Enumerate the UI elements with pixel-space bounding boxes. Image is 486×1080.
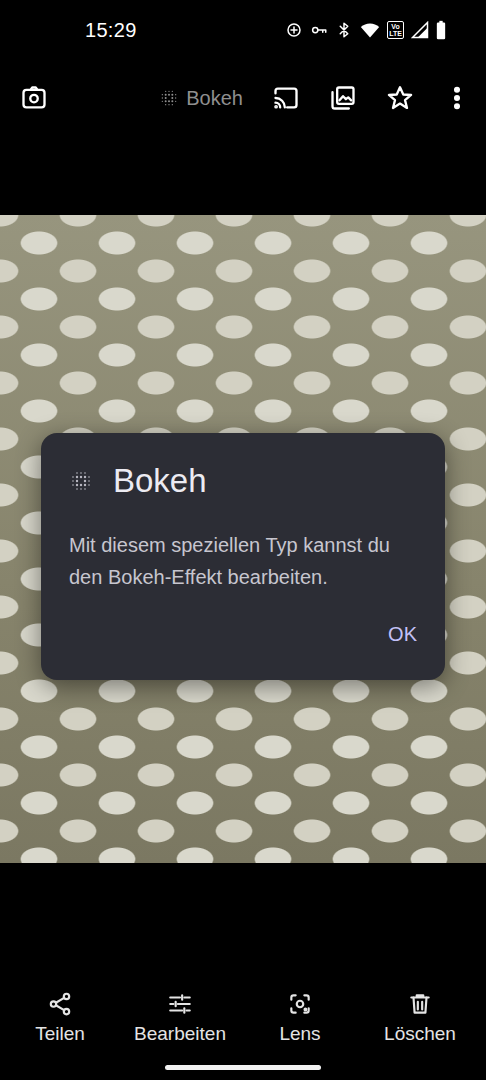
data-saver-icon: [285, 21, 303, 39]
cast-icon: [272, 84, 300, 112]
star-icon: [386, 84, 414, 112]
action-label[interactable]: Teilen: [35, 1023, 85, 1045]
action-button[interactable]: Löschen: [372, 991, 468, 1045]
volte-text: Vo: [389, 23, 402, 30]
top-toolbar: Bokeh: [0, 60, 486, 135]
photo[interactable]: Bokeh Mit diesem speziellen Typ kannst d…: [0, 215, 486, 863]
status-bar: 15:29 VoLTE: [0, 0, 486, 60]
signal-icon: [411, 21, 429, 39]
delete-icon: [407, 991, 433, 1017]
type-label[interactable]: Bokeh: [186, 83, 243, 113]
dialog-title: Bokeh: [113, 461, 207, 501]
lens-icon: [287, 991, 313, 1017]
favorite-button[interactable]: [386, 84, 414, 112]
action-button[interactable]: Bearbeiten: [132, 991, 228, 1045]
more-icon: [443, 84, 471, 112]
bokeh-icon: [159, 88, 179, 108]
info-dialog: Bokeh Mit diesem speziellen Typ kannst d…: [41, 433, 445, 680]
home-indicator[interactable]: [165, 1065, 321, 1070]
tune-icon: [167, 991, 193, 1017]
gallery-button[interactable]: [329, 84, 357, 112]
wifi-icon: [360, 20, 380, 40]
clock: 15:29: [85, 15, 137, 45]
action-label[interactable]: Bearbeiten: [134, 1023, 226, 1045]
spacer: [0, 135, 486, 215]
status-icons: VoLTE: [285, 20, 446, 40]
dialog-message: Mit diesem speziellen Typ kannst du den …: [69, 529, 417, 593]
action-label[interactable]: Löschen: [384, 1023, 456, 1045]
action-button[interactable]: Teilen: [12, 991, 108, 1045]
cast-button[interactable]: [272, 84, 300, 112]
share-icon: [47, 991, 73, 1017]
volte-badge: VoLTE: [387, 21, 404, 39]
bottom-bar: Teilen Bearbeiten Lens Löschen: [0, 863, 486, 1080]
camera-icon: [20, 84, 48, 112]
bluetooth-icon: [335, 21, 353, 39]
action-label[interactable]: Lens: [279, 1023, 320, 1045]
photo-viewer-screen: 15:29 VoLTE Bokeh Bokeh Mit diesem spezi…: [0, 0, 486, 1080]
camera-button[interactable]: [20, 84, 48, 112]
gallery-icon: [329, 84, 357, 112]
ok-button[interactable]: OK: [366, 611, 439, 657]
battery-icon: [436, 20, 446, 40]
more-button[interactable]: [443, 84, 471, 112]
volte-text: LTE: [389, 30, 402, 37]
bokeh-icon: [69, 469, 93, 493]
vpn-key-icon: [310, 21, 328, 39]
action-row: Teilen Bearbeiten Lens Löschen: [0, 863, 486, 1045]
type-chip[interactable]: Bokeh: [159, 83, 243, 113]
action-button[interactable]: Lens: [252, 991, 348, 1045]
